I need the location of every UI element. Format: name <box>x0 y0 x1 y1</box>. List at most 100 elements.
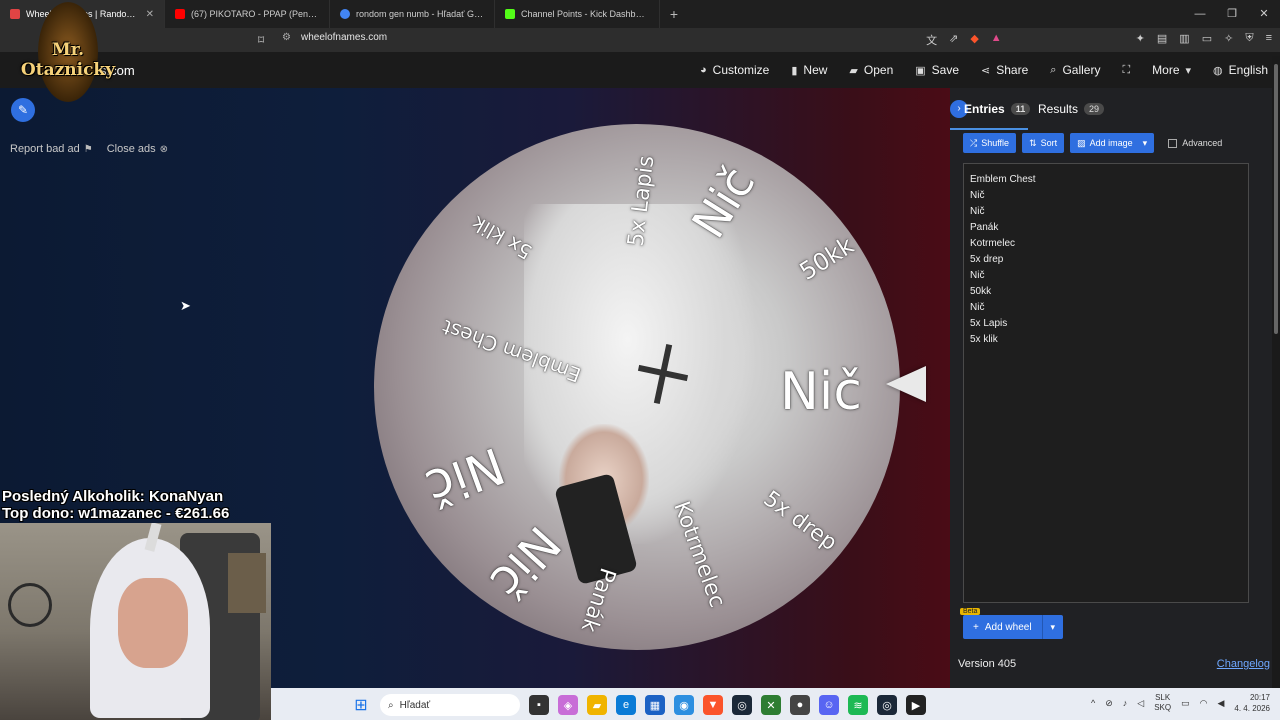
save-label: Save <box>931 63 960 77</box>
tab-results[interactable]: Results 29 <box>1038 102 1105 116</box>
wheel-label: 50kk <box>794 231 859 286</box>
share-label: Share <box>996 63 1029 77</box>
steam-2-icon[interactable]: ◎ <box>877 695 897 715</box>
minimize-icon[interactable]: — <box>1184 0 1216 28</box>
webcam-feed <box>0 523 271 720</box>
shuffle-icon: ⤮ <box>970 137 978 148</box>
advanced-checkbox[interactable] <box>1168 138 1178 148</box>
input-language[interactable]: SLK SKQ <box>1154 693 1171 713</box>
streamer-badge: Mr. Otaznicky <box>4 2 132 102</box>
store-icon[interactable]: ▦ <box>645 695 665 715</box>
brave-icon[interactable]: ▼ <box>703 695 723 715</box>
volume-icon[interactable]: ◁ <box>1137 698 1144 709</box>
language-button[interactable]: ◍ English <box>1213 63 1268 77</box>
changelog-link[interactable]: Changelog <box>1217 658 1270 670</box>
add-wheel-main[interactable]: + Add wheel <box>963 615 1043 639</box>
customize-button[interactable]: ◕ Customize <box>700 63 769 77</box>
sidebar-icon[interactable]: ▥ <box>1179 32 1189 48</box>
obs-icon[interactable]: ● <box>790 695 810 715</box>
report-bad-ad-label: Report bad ad <box>10 143 80 155</box>
wifi-icon[interactable]: ◠ <box>1200 698 1208 709</box>
kick-favicon-icon <box>505 9 515 19</box>
brave-rewards-icon[interactable]: ▲ <box>991 32 1002 48</box>
tab-title: Channel Points - Kick Dashboard <box>521 9 649 19</box>
tab-entries[interactable]: Entries 11 <box>964 102 1031 116</box>
add-wheel-dropdown[interactable]: ▾ <box>1043 622 1064 633</box>
close-tab-icon[interactable]: ✕ <box>146 9 154 20</box>
speaker-icon[interactable]: ◀ <box>1217 698 1224 709</box>
advanced-toggle[interactable]: Advanced <box>1168 138 1222 148</box>
taskbar-search[interactable]: ⌕ Hľadať <box>380 694 520 716</box>
close-ads-link[interactable]: Close ads ⊗ <box>107 143 168 155</box>
url-field[interactable]: ⚙ wheelofnames.com <box>282 32 387 43</box>
leo-ai-icon[interactable]: ✧ <box>1224 32 1233 48</box>
xbox-icon[interactable]: ✕ <box>761 695 781 715</box>
media-player-icon[interactable]: ▶ <box>906 695 926 715</box>
spotify-icon[interactable]: ≋ <box>848 695 868 715</box>
save-button[interactable]: ▣ Save <box>915 63 959 77</box>
steam-icon[interactable]: ◎ <box>732 695 752 715</box>
microphone-icon[interactable]: ♪ <box>1123 698 1128 708</box>
entries-textarea[interactable]: Emblem Chest Nič Nič Panák Kotrmelec 5x … <box>963 163 1249 603</box>
vpn-icon[interactable]: ⛨ <box>1245 32 1253 48</box>
report-bad-ad-link[interactable]: Report bad ad ⚑ <box>10 143 93 155</box>
discord-icon[interactable]: ☺ <box>819 695 839 715</box>
site-settings-icon[interactable]: ⚙ <box>282 32 291 43</box>
wheel-pointer-icon <box>886 366 926 402</box>
copilot-icon[interactable]: ◈ <box>558 695 578 715</box>
edge-icon[interactable]: e <box>616 695 636 715</box>
scrollbar-thumb[interactable] <box>1274 64 1278 334</box>
app-header: mes.com ◕ Customize ▮ New ▰ Open ▣ Save ⋖ Sha… <box>0 52 1280 88</box>
share-page-icon[interactable]: ⇗ <box>949 32 958 48</box>
shuffle-button[interactable]: ⤮ Shuffle <box>963 133 1017 153</box>
display-icon[interactable]: ▭ <box>1181 698 1190 709</box>
taskbar-search-placeholder: Hľadať <box>399 699 431 711</box>
mouse-cursor-icon: ➤ <box>180 298 191 313</box>
new-button[interactable]: ▮ New <box>791 63 827 77</box>
browser-tab-youtube[interactable]: (67) PIKOTARO - PPAP (Pen Pineapple <box>165 0 330 28</box>
url-text: wheelofnames.com <box>300 32 388 43</box>
tab-entries-label: Entries <box>964 102 1005 116</box>
share-button[interactable]: ⋖ Share <box>981 63 1028 77</box>
translate-icon[interactable]: 文 <box>926 32 937 48</box>
gallery-label: Gallery <box>1062 63 1101 77</box>
bookmark-icon[interactable]: ⌑ <box>258 33 264 47</box>
spinning-wheel[interactable]: Nič 50kk Nič 5x Lapis 5x klik Emblem Che… <box>374 124 900 650</box>
flag-icon: ⚑ <box>83 144 93 155</box>
taskbar-clock[interactable]: 20:17 4. 4. 2026 <box>1234 692 1270 714</box>
network-off-icon[interactable]: ⊘ <box>1105 698 1113 709</box>
menu-icon[interactable]: ≡ <box>1266 32 1272 48</box>
entries-panel: › Entries 11 Results 29 ⤮ Shuffle ⇅ Sort ▨… <box>950 88 1272 688</box>
add-image-button[interactable]: ▨ Add image ▾ <box>1070 133 1155 153</box>
more-button[interactable]: More ▾ <box>1152 63 1191 77</box>
open-label: Open <box>863 63 894 77</box>
google-favicon-icon <box>340 9 350 19</box>
browser-tab-kick[interactable]: Channel Points - Kick Dashboard <box>495 0 660 28</box>
entry-line: 5x Lapis <box>970 318 1008 329</box>
tab-search-icon[interactable]: ▭ <box>1202 32 1212 48</box>
gallery-button[interactable]: ⌕ Gallery <box>1050 63 1100 77</box>
new-tab-button[interactable]: + <box>660 6 688 22</box>
page-scrollbar[interactable] <box>1272 56 1280 688</box>
chevron-up-icon[interactable]: ^ <box>1091 698 1095 708</box>
brave-shield-icon[interactable]: ◆ <box>970 32 978 48</box>
wallet-icon[interactable]: ▤ <box>1157 32 1167 48</box>
browser-tab-google[interactable]: rondom gen numb - Hľadať Googlom <box>330 0 495 28</box>
restore-icon[interactable]: ❐ <box>1216 0 1248 28</box>
window-controls: — ❐ ✕ <box>1184 0 1280 28</box>
entry-line: 5x klik <box>970 334 998 345</box>
close-window-icon[interactable]: ✕ <box>1248 0 1280 28</box>
network-app-icon[interactable]: ◉ <box>674 695 694 715</box>
sort-button[interactable]: ⇅ Sort <box>1022 133 1065 153</box>
entry-line: Nič <box>970 270 985 281</box>
wheel-label: Nič <box>780 362 862 422</box>
webcam-fan <box>8 583 52 627</box>
file-explorer-icon[interactable]: ▰ <box>587 695 607 715</box>
open-button[interactable]: ▰ Open <box>849 63 893 77</box>
task-view-icon[interactable]: ▪ <box>529 695 549 715</box>
palette-icon: ◕ <box>700 64 707 76</box>
add-wheel-button[interactable]: + Add wheel ▾ <box>963 615 1064 639</box>
windows-start-icon[interactable]: ⊞ <box>351 695 371 715</box>
extensions-icon[interactable]: ✦ <box>1136 32 1145 48</box>
fullscreen-button[interactable]: ⛶ <box>1122 64 1130 77</box>
